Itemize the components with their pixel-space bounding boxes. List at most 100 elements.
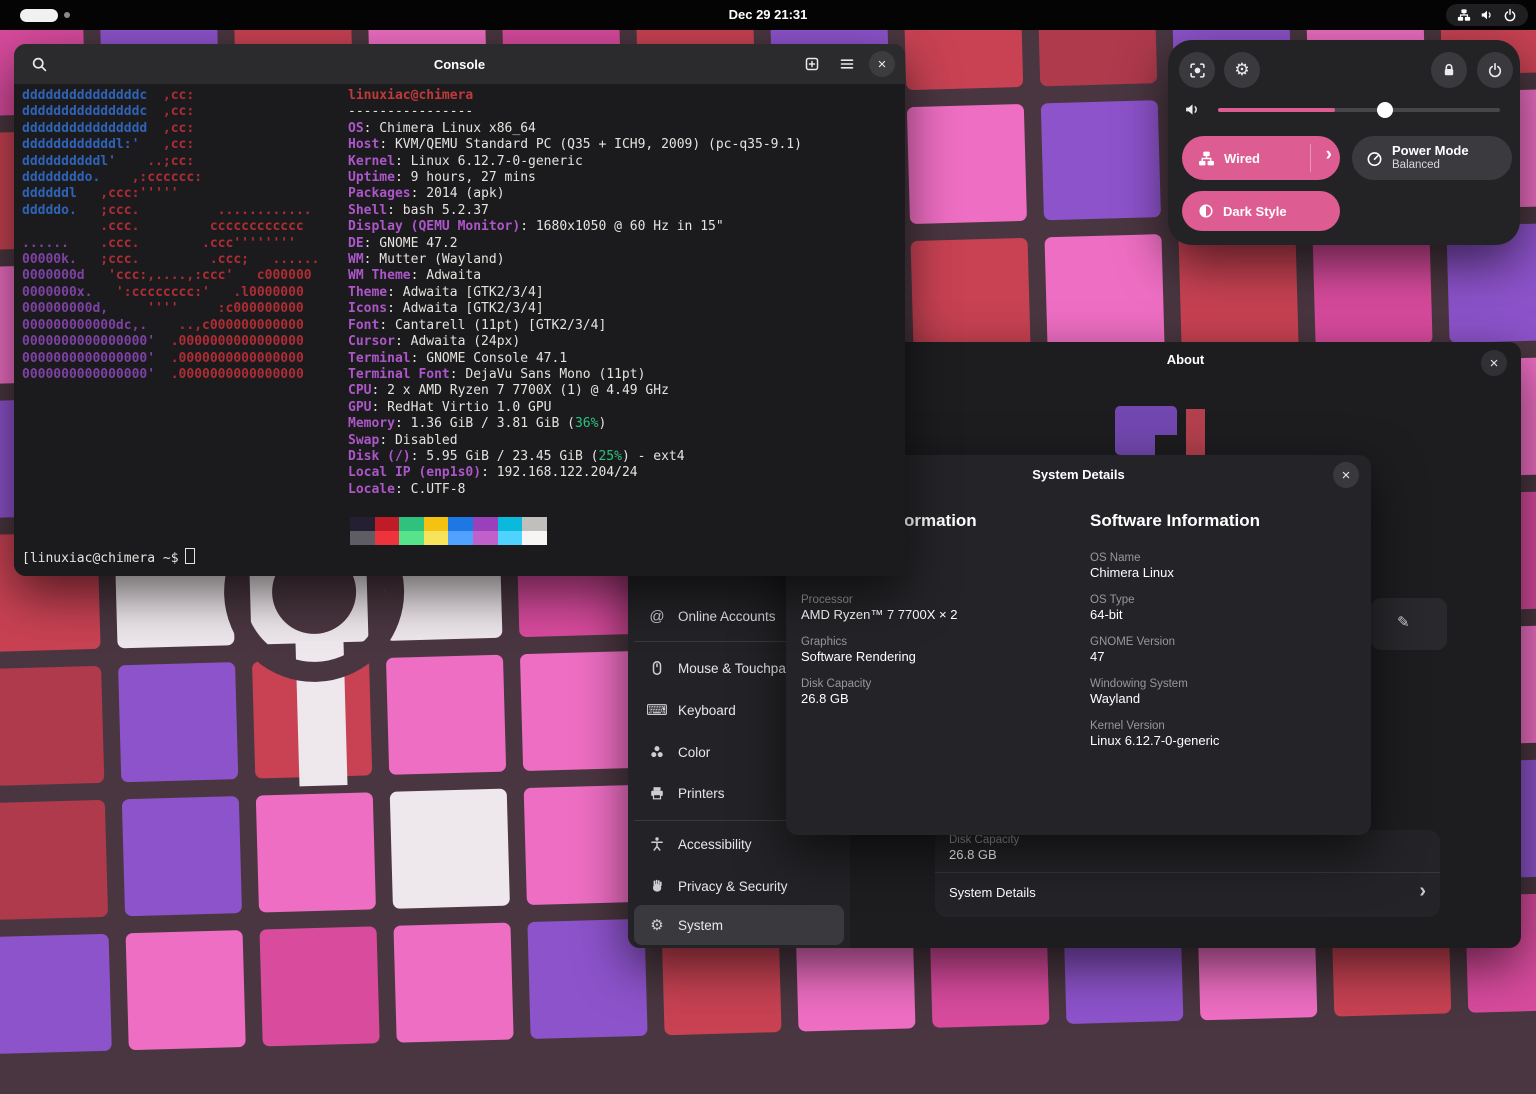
palette-swatch: [473, 517, 498, 531]
dialog-close-button[interactable]: ×: [1333, 462, 1359, 488]
info-field: Disk Capacity26.8 GB: [801, 678, 871, 707]
gear-icon: ⚙: [1234, 60, 1249, 80]
console-close-button[interactable]: ×: [869, 51, 895, 77]
term-line: Swap: Disabled: [348, 433, 802, 449]
system-tray[interactable]: [1446, 4, 1528, 26]
volume-slider[interactable]: [1218, 108, 1500, 112]
info-field: Kernel VersionLinux 6.12.7-0-generic: [1090, 720, 1219, 749]
mouse-icon: [648, 659, 666, 677]
power-button[interactable]: [1477, 52, 1513, 88]
term-line: 000000000d, '''' :c000000000: [22, 301, 319, 317]
console-title: Console: [14, 57, 905, 72]
console-titlebar: Console ×: [14, 44, 905, 84]
quick-settings-panel: ⚙: [1168, 40, 1520, 245]
about-page-title: About: [850, 352, 1521, 367]
top-bar: Dec 29 21:31: [0, 0, 1536, 30]
term-line: DE: GNOME 47.2: [348, 236, 802, 252]
palette-swatch: [448, 531, 473, 545]
term-line: Kernel: Linux 6.12.7-0-generic: [348, 154, 802, 170]
term-line: Locale: C.UTF-8: [348, 482, 802, 498]
info-field: GNOME Version47: [1090, 636, 1175, 665]
new-tab-icon[interactable]: [799, 51, 825, 77]
palette-swatch: [448, 517, 473, 531]
sidebar-item-label: Accessibility: [678, 837, 752, 852]
field-value: 26.8 GB: [801, 691, 871, 707]
field-value: 64-bit: [1090, 607, 1135, 623]
field-label: Kernel Version: [1090, 720, 1219, 733]
term-line: linuxiac@chimera: [348, 88, 802, 104]
lock-button[interactable]: [1431, 52, 1467, 88]
volume-slider-fill: [1218, 108, 1335, 112]
term-line: Terminal Font: DejaVu Sans Mono (11pt): [348, 367, 802, 383]
term-line: .ccc. cccccccccccc: [22, 219, 319, 235]
term-line: Terminal: GNOME Console 47.1: [348, 351, 802, 367]
palette-swatch: [498, 517, 523, 531]
clock[interactable]: Dec 29 21:31: [0, 7, 1536, 22]
terminal-area[interactable]: dddddddddddddddc ,cc:dddddddddddddddc ,c…: [14, 84, 905, 576]
hand-icon: [648, 877, 666, 895]
edit-pencil-icon[interactable]: ✎: [1397, 613, 1410, 631]
sidebar-item-privacy-security[interactable]: Privacy & Security: [634, 866, 844, 906]
info-field: Windowing SystemWayland: [1090, 678, 1188, 707]
sidebar-item-system[interactable]: ⚙System: [634, 905, 844, 945]
field-value: Wayland: [1090, 691, 1188, 707]
palette-swatch: [350, 531, 375, 545]
power-mode-toggle[interactable]: Power Mode Balanced: [1352, 136, 1512, 180]
term-line: Shell: bash 5.2.37: [348, 203, 802, 219]
term-line: 0000000000000000' .0000000000000000: [22, 351, 319, 367]
power-icon: [1487, 62, 1503, 78]
volume-slider-knob[interactable]: [1377, 102, 1393, 118]
power-mode-icon: [1366, 150, 1383, 167]
sidebar-item-label: Online Accounts: [678, 609, 776, 624]
field-label: Processor: [801, 594, 957, 607]
software-heading: Software Information: [1090, 511, 1260, 531]
palette-swatch: [399, 517, 424, 531]
settings-close-button[interactable]: ×: [1481, 350, 1507, 376]
info-field: OS Type64-bit: [1090, 594, 1135, 623]
term-line: 000000000000dc,. ..,c000000000000: [22, 318, 319, 334]
info-field: GraphicsSoftware Rendering: [801, 636, 916, 665]
term-line: Packages: 2014 (apk): [348, 186, 802, 202]
info-field: OS NameChimera Linux: [1090, 552, 1174, 581]
chimera-logo-red: [1186, 409, 1205, 455]
power-mode-label: Power Mode: [1392, 143, 1469, 158]
term-line: GPU: RedHat Virtio 1.0 GPU: [348, 400, 802, 416]
terminal-cursor: [185, 548, 195, 564]
sidebar-item-label: Printers: [678, 786, 725, 801]
screenshot-button[interactable]: [1179, 52, 1215, 88]
term-line: ddddddl ,ccc:''''': [22, 186, 319, 202]
power-mode-value: Balanced: [1392, 158, 1469, 173]
sidebar-item-label: System: [678, 918, 723, 933]
term-line: ddddddddddddl:' ,cc:: [22, 137, 319, 153]
field-value: Chimera Linux: [1090, 565, 1174, 581]
accessibility-icon: [648, 835, 666, 853]
term-line: dddddddddddddddc ,cc:: [22, 88, 319, 104]
settings-button[interactable]: ⚙: [1224, 52, 1260, 88]
wired-toggle[interactable]: Wired ›: [1182, 136, 1340, 180]
term-line: Theme: Adwaita [GTK2/3/4]: [348, 285, 802, 301]
network-wired-icon: [1198, 150, 1215, 167]
wired-label: Wired: [1224, 151, 1260, 166]
term-line: OS: Chimera Linux x86_64: [348, 121, 802, 137]
field-label: Disk Capacity: [801, 678, 871, 691]
term-line: Memory: 1.36 GiB / 3.81 GiB (36%): [348, 416, 802, 432]
ascii-logo: dddddddddddddddc ,cc:dddddddddddddddc ,c…: [22, 88, 319, 383]
term-line: 00000k. ;ccc. .ccc; ......: [22, 252, 319, 268]
term-line: ddddddddddl' ..;cc:: [22, 154, 319, 170]
wired-expand-chevron[interactable]: ›: [1326, 144, 1332, 166]
chimera-logo-notch: [1155, 435, 1177, 455]
system-details-row[interactable]: System Details: [949, 885, 1036, 900]
palette-swatch: [473, 531, 498, 545]
sidebar-item-label: Mouse & Touchpad: [678, 661, 793, 676]
disk-capacity-field: Disk Capacity 26.8 GB: [949, 834, 1019, 863]
term-line: dddddddddddddddd ,cc:: [22, 121, 319, 137]
field-value: 47: [1090, 649, 1175, 665]
term-line: WM Theme: Adwaita: [348, 268, 802, 284]
palette-row: [350, 517, 547, 531]
term-line: 0000000000000000' .0000000000000000: [22, 334, 319, 350]
menu-icon[interactable]: [834, 51, 860, 77]
dark-style-toggle[interactable]: Dark Style: [1182, 191, 1340, 231]
palette-swatch: [350, 517, 375, 531]
fetch-output: linuxiac@chimera----------------OS: Chim…: [348, 88, 802, 498]
info-field: ProcessorAMD Ryzen™ 7 7700X × 2: [801, 594, 957, 623]
